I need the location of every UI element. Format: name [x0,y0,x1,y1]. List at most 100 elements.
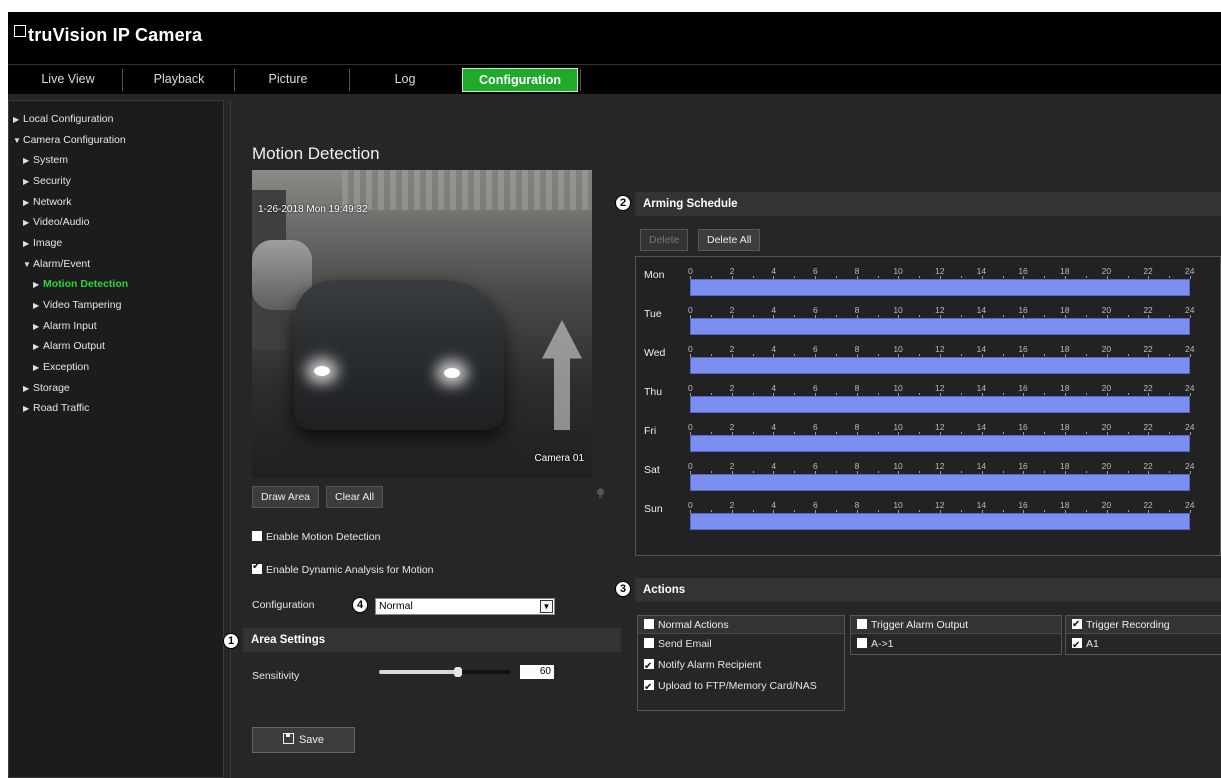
caret-right-icon: ▶ [23,384,30,393]
schedule-hour-label: 8 [854,422,860,432]
sidebar-item-motion-detection[interactable]: ▶ Motion Detection [33,275,128,293]
sidebar-item-system[interactable]: ▶ System [23,151,68,169]
trigger-alarm-output-header[interactable]: Trigger Alarm Output [851,616,1061,634]
sidebar-item-exception[interactable]: ▶ Exception [33,358,89,376]
schedule-hour-tick [1002,315,1004,317]
recording-a1-checkbox[interactable] [1072,635,1082,656]
trigger-recording-checkbox[interactable] [1072,616,1082,634]
sidebar-item-image[interactable]: ▶ Image [23,234,62,252]
clear-all-button[interactable]: Clear All [326,486,384,508]
schedule-hour-tick [960,471,962,473]
configuration-select[interactable]: Normal ▼ [375,598,555,615]
arming-schedule-grid[interactable]: 0 2 4 6 8 10 12 14 16 18 20 22 24 Mon 0 2 4 6 8 10 12 14 16 18 2… [635,256,1221,556]
sidebar-item-network[interactable]: ▶ Network [23,193,72,211]
schedule-hour-tick [1002,354,1004,356]
enable-dynamic-analysis-row[interactable]: Enable Dynamic Analysis for Motion [252,561,434,576]
delete-button[interactable]: Delete [640,229,689,251]
sidebar-item-security[interactable]: ▶ Security [23,172,71,190]
schedule-hour-tick [710,276,712,278]
schedule-hour-label: 0 [688,305,693,315]
sidebar-item-storage[interactable]: ▶ Storage [23,379,70,397]
sidebar-item-camera-configuration[interactable]: ▼ Camera Configuration [13,131,126,149]
schedule-day-bar[interactable] [690,318,1190,335]
notify-alarm-recipient-option[interactable]: Notify Alarm Recipient [638,655,844,677]
schedule-day-bar[interactable] [690,435,1190,452]
schedule-hour-label: 0 [688,344,693,354]
schedule-hour-label: 24 [1185,305,1195,315]
schedule-hour-label: 20 [1101,461,1112,471]
schedule-hour-label: 18 [1060,344,1070,354]
schedule-hour-tick [1044,510,1046,512]
save-button[interactable]: Save [252,727,355,753]
recording-a1-option[interactable]: A1 [1066,634,1221,656]
schedule-hour-label: 22 [1143,305,1153,315]
tab-live-view[interactable]: Live View [18,68,118,92]
sidebar-item-alarm-output[interactable]: ▶ Alarm Output [33,337,105,355]
normal-actions-checkbox[interactable] [644,619,654,629]
configuration-select-value: Normal [379,600,413,612]
upload-ftp-option[interactable]: Upload to FTP/Memory Card/NAS [638,676,844,698]
alarm-output-a1-label: A->1 [871,638,894,650]
trigger-recording-header[interactable]: Trigger Recording [1066,616,1221,634]
schedule-hour-label: 8 [854,305,860,315]
sidebar-item-alarm-input[interactable]: ▶ Alarm Input [33,317,97,335]
schedule-hour-label: 14 [976,383,987,393]
main-panel: Motion Detection 1-26-2018 Mon 19:49:32 … [223,100,1221,778]
schedule-hour-tick [1169,315,1171,317]
send-email-checkbox[interactable] [644,638,654,648]
tab-configuration[interactable]: Configuration [462,68,578,92]
schedule-day-bar[interactable] [690,396,1190,413]
callout-badge-3: 3 [615,581,631,597]
video-preview[interactable]: 1-26-2018 Mon 19:49:32 Camera 01 [252,170,592,478]
sidebar-item-video-tampering[interactable]: ▶ Video Tampering [33,296,121,314]
sensitivity-slider[interactable] [379,667,511,677]
notify-alarm-recipient-checkbox[interactable] [644,656,654,677]
schedule-hour-label: 22 [1143,344,1153,354]
enable-dynamic-analysis-checkbox[interactable] [252,561,262,574]
sidebar-item-video-audio[interactable]: ▶ Video/Audio [23,213,89,231]
schedule-hour-label: 12 [935,461,945,471]
enable-motion-detection-row[interactable]: Enable Motion Detection [252,531,380,543]
schedule-hour-label: 10 [893,305,903,315]
schedule-hour-tick [794,432,796,434]
sensitivity-value-input[interactable]: 60 [520,665,554,679]
sidebar-item-road-traffic[interactable]: ▶ Road Traffic [23,399,89,417]
schedule-hour-label: 22 [1143,500,1153,510]
alarm-output-a1-checkbox[interactable] [857,638,867,648]
sidebar-item-alarm-event[interactable]: ▼ Alarm/Event [23,255,90,273]
schedule-day-bar[interactable] [690,474,1190,491]
schedule-hour-label: 0 [688,500,693,510]
schedule-hour-label: 2 [729,422,735,432]
send-email-option[interactable]: Send Email [638,634,844,655]
tab-picture[interactable]: Picture [248,68,328,92]
schedule-hour-label: 6 [813,266,818,276]
schedule-hour-label: 10 [893,383,903,393]
schedule-hour-tick [1169,510,1171,512]
lightbulb-icon[interactable] [596,488,605,500]
alarm-output-a1-option[interactable]: A->1 [851,634,1061,655]
schedule-day-bar[interactable] [690,513,1190,530]
enable-motion-detection-checkbox[interactable] [252,531,262,541]
upload-ftp-checkbox[interactable] [644,677,654,698]
schedule-hour-label: 16 [1018,500,1028,510]
schedule-hour-tick [835,471,837,473]
delete-all-button[interactable]: Delete All [698,229,761,251]
schedule-hour-label: 12 [935,266,945,276]
schedule-hour-tick [1002,393,1004,395]
sensitivity-slider-handle[interactable] [454,667,462,677]
schedule-hour-tick [794,393,796,395]
schedule-hour-label: 20 [1101,305,1112,315]
normal-actions-header[interactable]: Normal Actions [638,616,844,634]
trigger-alarm-output-checkbox[interactable] [857,619,867,629]
tab-log[interactable]: Log [360,68,450,92]
draw-area-button[interactable]: Draw Area [252,486,320,508]
schedule-hour-tick [1169,276,1171,278]
schedule-day-bar[interactable] [690,357,1190,374]
schedule-hour-label: 4 [771,305,777,315]
tab-playback[interactable]: Playback [134,68,224,92]
schedule-hour-tick [752,315,754,317]
schedule-hour-label: 2 [729,500,735,510]
schedule-hour-tick [835,393,837,395]
schedule-day-bar[interactable] [690,279,1190,296]
sidebar-item-local-configuration[interactable]: ▶ Local Configuration [13,110,113,128]
